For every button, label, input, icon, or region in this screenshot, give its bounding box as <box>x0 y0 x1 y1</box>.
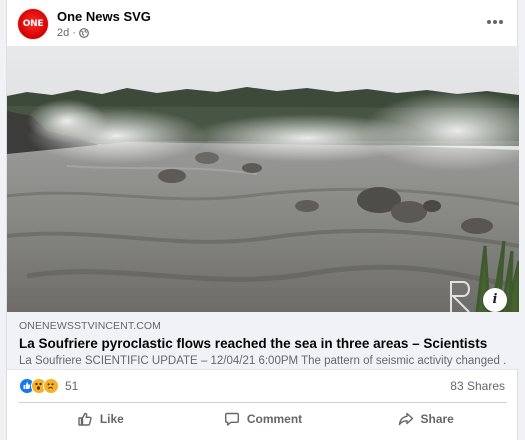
more-horizontal-icon[interactable] <box>485 14 505 30</box>
link-title[interactable]: La Soufriere pyroclastic flows reached t… <box>19 336 507 351</box>
comment-label: Comment <box>246 412 303 426</box>
reaction-icons[interactable] <box>19 378 59 394</box>
post-age[interactable]: 2d <box>57 27 69 39</box>
page-name[interactable]: One News SVG <box>57 9 151 24</box>
post-card: ONE One News SVG 2d · i ONENEWSSTVINCENT… <box>6 0 519 440</box>
reaction-count[interactable]: 51 <box>65 379 78 393</box>
info-icon[interactable]: i <box>483 288 507 312</box>
avatar-logo: ONE <box>22 19 44 29</box>
share-button[interactable]: Share <box>344 404 507 434</box>
meta-separator: · <box>72 27 76 39</box>
avatar[interactable]: ONE <box>17 8 49 40</box>
link-domain: ONENEWSSTVINCENT.COM <box>19 320 162 332</box>
like-button[interactable]: Like <box>19 404 182 434</box>
like-label: Like <box>99 412 124 426</box>
share-icon <box>398 412 413 426</box>
thumbs-up-icon <box>78 412 92 426</box>
divider <box>19 402 507 403</box>
action-bar: Like Comment Share <box>19 404 507 434</box>
globe-icon <box>79 28 89 38</box>
link-description: La Soufriere SCIENTIFIC UPDATE – 12/04/2… <box>19 355 507 367</box>
link-preview-image[interactable]: i <box>7 46 519 312</box>
sad-reaction-icon <box>43 378 59 394</box>
post-meta: 2d · <box>57 27 89 39</box>
comment-button[interactable]: Comment <box>182 404 345 434</box>
engagement-row: 51 83 Shares <box>7 370 519 402</box>
share-count[interactable]: 83 Shares <box>450 379 505 393</box>
comment-icon <box>224 412 239 426</box>
share-label: Share <box>420 412 454 426</box>
link-preview-text[interactable]: ONENEWSSTVINCENT.COM La Soufriere pyrocl… <box>7 312 519 370</box>
post-header: ONE One News SVG 2d · <box>7 0 517 46</box>
